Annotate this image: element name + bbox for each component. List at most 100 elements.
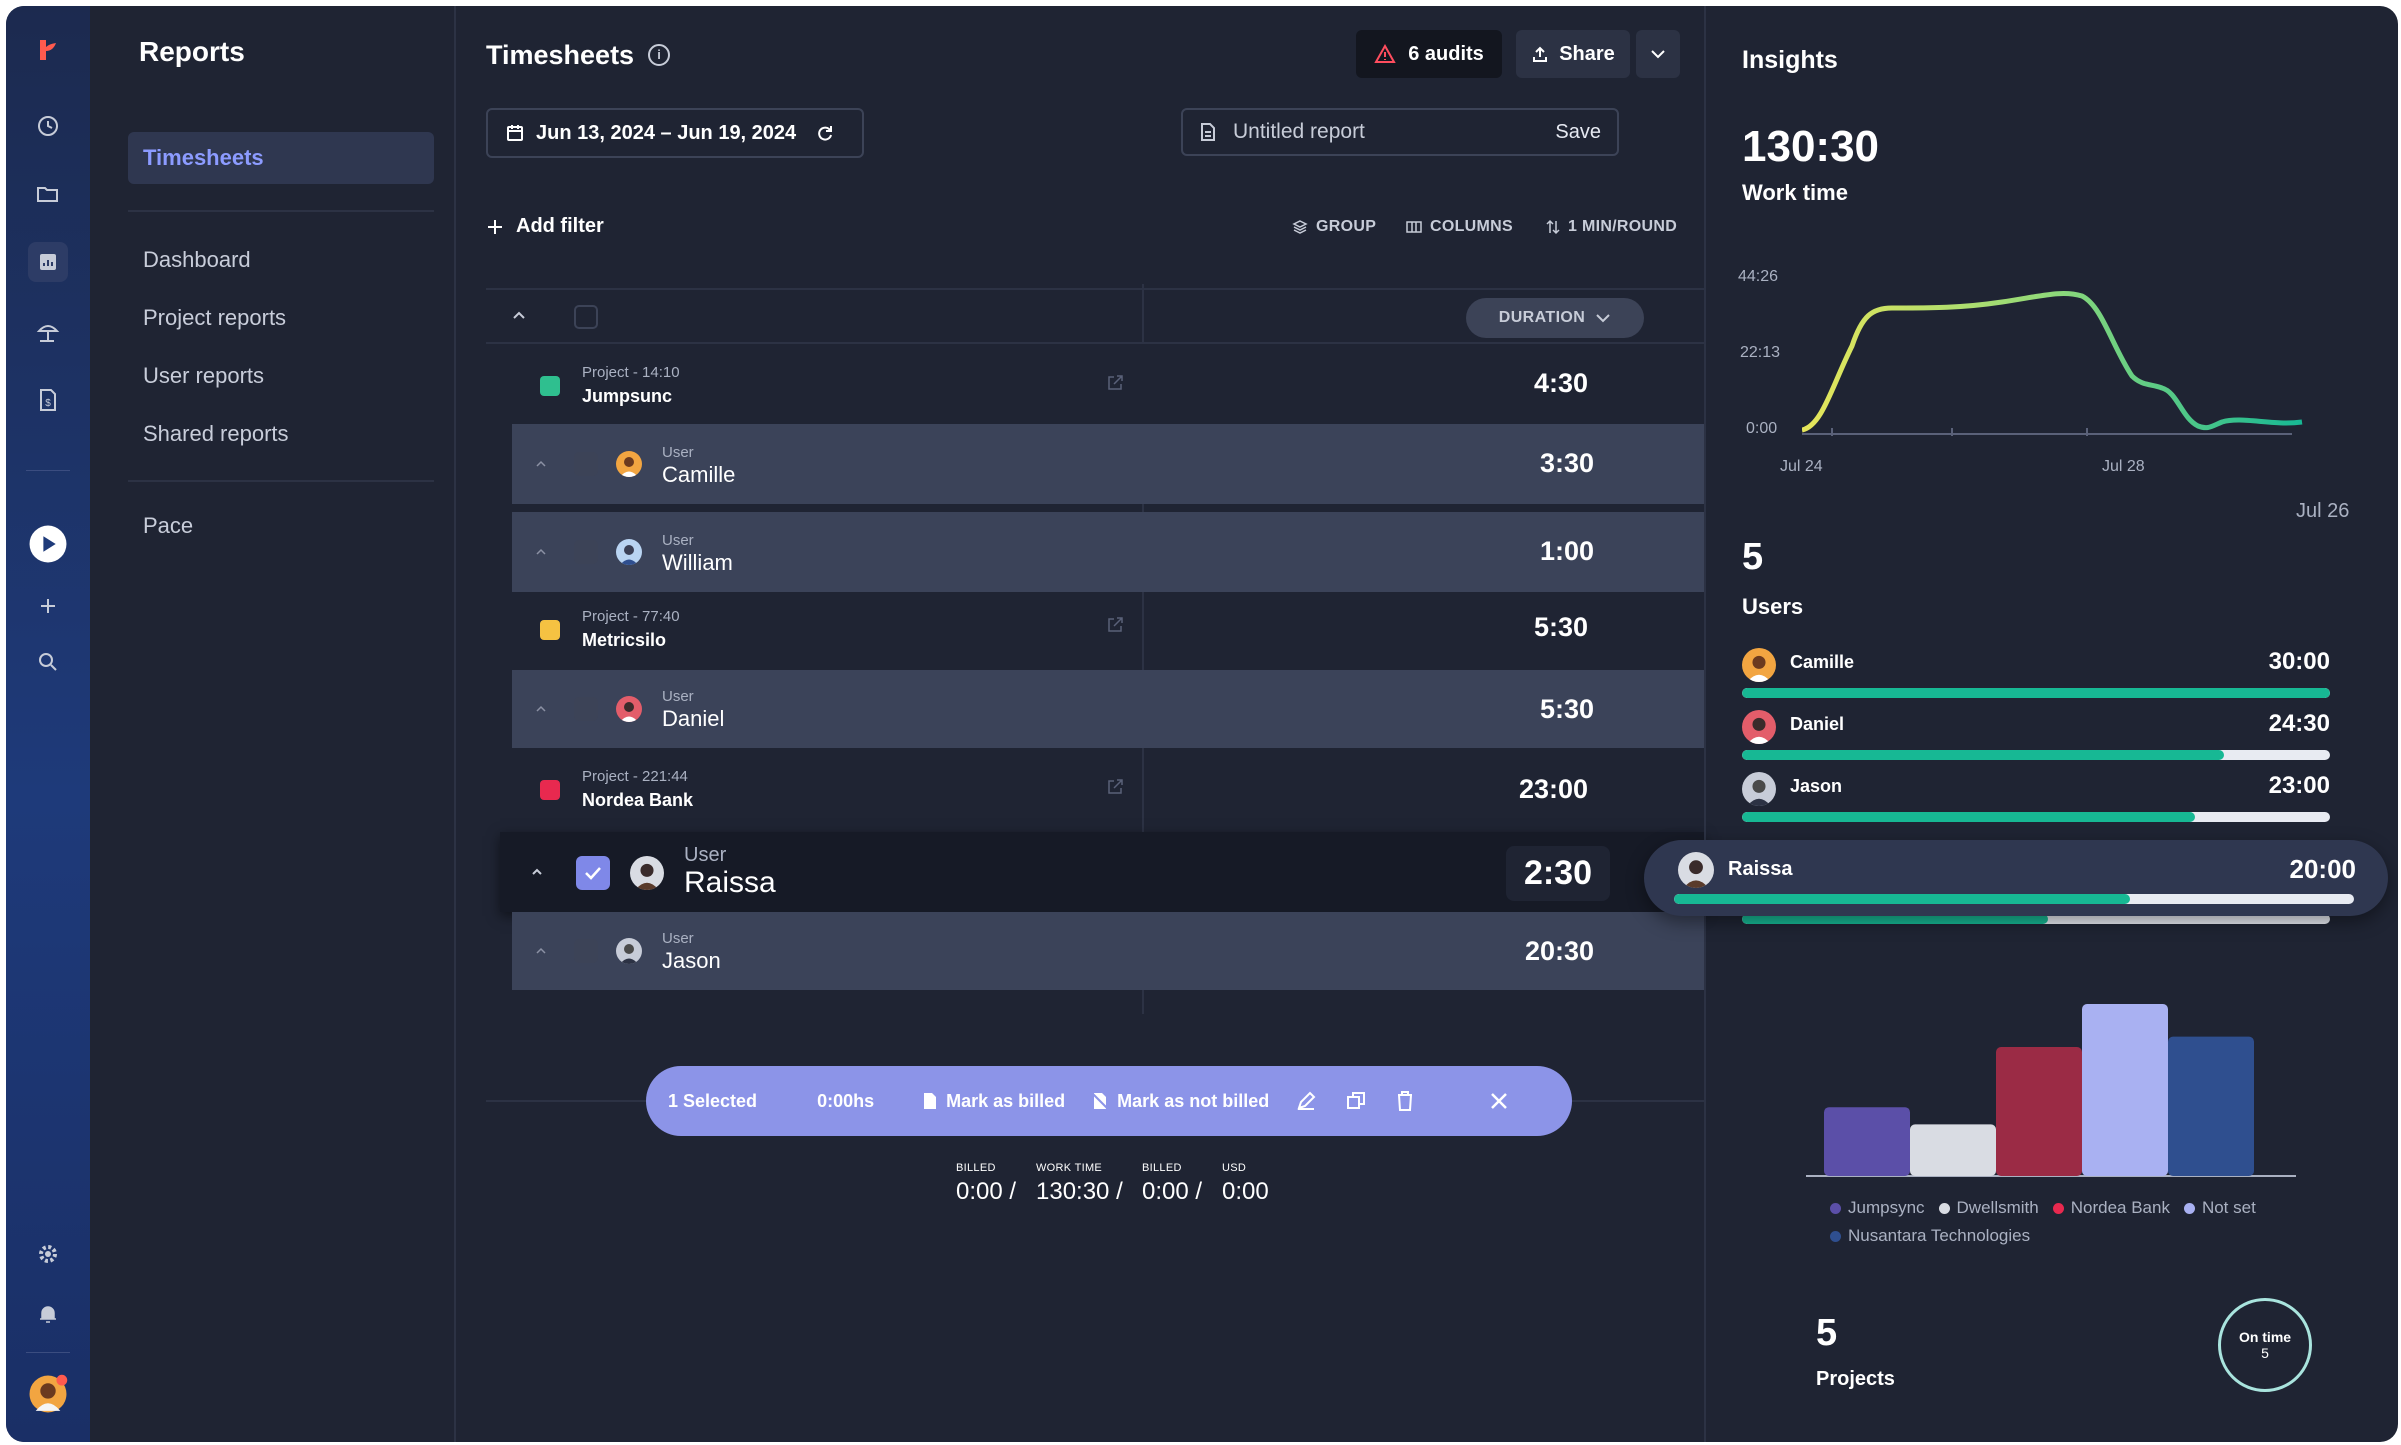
user-time: 30:00 (2268, 648, 2330, 675)
columns-button[interactable]: COLUMNS (1406, 218, 1513, 236)
external-link-icon[interactable] (1106, 374, 1124, 392)
y-tick-label: 22:13 (1740, 344, 1781, 361)
summary-label: WORK TIME (1036, 1162, 1103, 1174)
external-link-icon[interactable] (1106, 616, 1124, 634)
nav-item-dashboard[interactable]: Dashboard (128, 234, 434, 286)
duration-sort-button[interactable]: DURATION (1466, 298, 1644, 338)
group-button[interactable]: GROUP (1292, 218, 1376, 236)
user-name: Raissa (684, 866, 776, 899)
user-avatar[interactable] (28, 1374, 68, 1414)
row-checkbox-checked[interactable] (576, 856, 610, 890)
nav-item-shared-reports[interactable]: Shared reports (128, 408, 434, 460)
work-time-value: 130:30 (1742, 122, 1880, 171)
trash-icon[interactable] (1395, 1090, 1415, 1112)
user-avatar (1742, 710, 1776, 744)
user-bar-row: Jason 23:00 (1742, 772, 2330, 822)
report-name-input[interactable]: Untitled report (1233, 120, 1365, 144)
reports-icon[interactable] (28, 242, 68, 282)
info-icon[interactable]: i (648, 44, 670, 66)
share-button[interactable]: Share (1516, 30, 1630, 78)
logo-icon[interactable] (28, 30, 68, 70)
table-header: DURATION (486, 290, 1704, 342)
table-row-selected[interactable]: User Raissa 2:30 (500, 832, 1704, 912)
mark-not-billed-button[interactable]: Mark as not billed (1091, 1091, 1269, 1112)
gear-icon[interactable] (28, 1234, 68, 1274)
add-filter-button[interactable]: Add filter (486, 215, 604, 238)
save-button[interactable]: Save (1555, 121, 1601, 144)
user-time: 20:00 (2289, 854, 2357, 884)
summary-label: BILLED (1142, 1162, 1182, 1174)
user-progress-bar (1742, 688, 2330, 698)
table-row[interactable]: Project - 14:10 Jumpsunc 4:30 (486, 344, 1704, 424)
rounding-button[interactable]: 1 MIN/ROUND (1546, 218, 1677, 236)
chevron-up-icon[interactable] (534, 702, 548, 716)
bell-icon[interactable] (28, 1294, 68, 1334)
date-range-picker[interactable]: Jun 13, 2024 – Jun 19, 2024 (486, 108, 864, 158)
collapse-all-icon[interactable] (512, 309, 526, 323)
user-avatar (616, 539, 642, 565)
row-checkbox[interactable] (574, 452, 598, 476)
bar-dwellsmith (1910, 1124, 1996, 1176)
invoice-icon[interactable]: $ (28, 380, 68, 420)
legend-item: Nusantara Technologies (1830, 1226, 2030, 1246)
chart-date-label: Jul 26 (2296, 500, 2350, 522)
row-checkbox[interactable] (574, 540, 598, 564)
summary-value: 130:30 / (1036, 1178, 1123, 1205)
duration-value: 5:30 (1533, 612, 1588, 642)
project-color-swatch (540, 620, 560, 640)
user-time: 23:00 (2268, 772, 2330, 799)
table-row[interactable]: User Daniel 5:30 (512, 670, 1704, 748)
plus-icon[interactable] (28, 586, 68, 626)
user-progress-fill (1674, 894, 2130, 904)
dragged-user-row[interactable]: Raissa 20:00 (1644, 840, 2388, 916)
audits-button[interactable]: 6 audits (1356, 30, 1502, 78)
edit-icon[interactable] (1295, 1090, 1317, 1112)
project-meta: Project - 221:44 (582, 768, 688, 785)
chevron-up-icon[interactable] (534, 944, 548, 958)
project-meta: Project - 14:10 (582, 364, 680, 381)
row-checkbox[interactable] (574, 697, 598, 721)
mark-billed-button[interactable]: Mark as billed (922, 1091, 1065, 1112)
y-tick-label: 0:00 (1746, 420, 1778, 437)
calendar-icon (507, 125, 523, 141)
projects-label: Projects (1816, 1368, 1895, 1390)
close-icon[interactable] (1489, 1091, 1509, 1111)
chevron-up-icon[interactable] (530, 865, 544, 879)
play-icon[interactable] (28, 524, 68, 564)
users-label: Users (1742, 594, 1804, 619)
nav-item-user-reports[interactable]: User reports (128, 350, 434, 402)
user-avatar (1742, 772, 1776, 806)
nav-item-timesheets[interactable]: Timesheets (128, 132, 434, 184)
user-name: Jason (1790, 776, 1843, 796)
user-time: 24:30 (2268, 710, 2330, 737)
refresh-icon[interactable] (816, 124, 834, 142)
external-link-icon[interactable] (1106, 778, 1124, 796)
report-name-field[interactable]: Untitled report Save (1181, 108, 1619, 156)
folder-icon[interactable] (28, 174, 68, 214)
add-filter-label: Add filter (516, 215, 604, 237)
summary-value: 0:00 (1222, 1178, 1269, 1205)
project-meta: Project - 77:40 (582, 608, 680, 625)
table-row[interactable]: Project - 221:44 Nordea Bank 23:00 (486, 748, 1704, 832)
umbrella-icon[interactable] (28, 312, 68, 352)
chevron-up-icon[interactable] (534, 545, 548, 559)
duration-value: 1:00 (1539, 536, 1594, 566)
search-icon[interactable] (28, 642, 68, 682)
row-checkbox[interactable] (574, 939, 598, 963)
duplicate-icon[interactable] (1345, 1090, 1367, 1112)
select-all-checkbox[interactable] (574, 305, 598, 329)
duration-header: DURATION (1498, 309, 1586, 326)
table-row[interactable]: User Camille 3:30 (512, 424, 1704, 504)
table-row[interactable]: User Jason 20:30 (512, 912, 1704, 990)
group-label: GROUP (1316, 218, 1377, 235)
nav-item-project-reports[interactable]: Project reports (128, 292, 434, 344)
clock-icon[interactable] (28, 106, 68, 146)
share-menu-button[interactable] (1636, 30, 1680, 78)
nav-item-pace[interactable]: Pace (128, 500, 434, 552)
user-progress-bar (1742, 750, 2330, 760)
table-row[interactable]: Project - 77:40 Metricsilo 5:30 (486, 592, 1704, 670)
chevron-up-icon[interactable] (534, 457, 548, 471)
project-color-swatch (540, 780, 560, 800)
table-row[interactable]: User William 1:00 (512, 512, 1704, 592)
bar-nordea-bank (1996, 1047, 2082, 1176)
